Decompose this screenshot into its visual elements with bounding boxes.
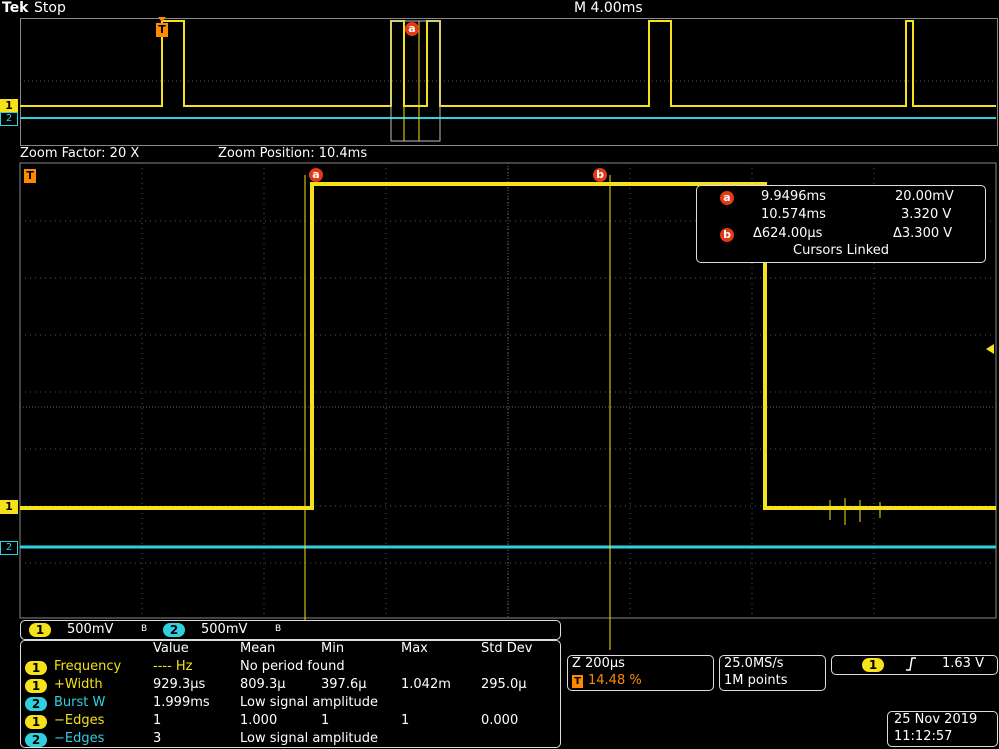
meas-row-max: 1.042m — [401, 677, 451, 692]
meas-row-name[interactable]: Burst W — [54, 695, 105, 710]
ch2-bw-limit-icon: B — [275, 624, 282, 634]
meas-row-mean: Low signal amplitude — [240, 695, 379, 710]
trigger-level: 1.63 V — [942, 656, 984, 671]
main-ch2-marker: 2 — [0, 541, 18, 555]
meas-row-min: 397.6µ — [321, 677, 367, 692]
cursor-delta-volt: Δ3.300 V — [893, 226, 953, 241]
meas-row-ch-badge: 1 — [25, 679, 47, 693]
zoom-position: Zoom Position: 10.4ms — [218, 146, 368, 161]
cursor-a-time: 9.9496ms — [761, 189, 826, 204]
overview-trigger-marker: T — [156, 23, 168, 37]
meas-row-value: 3 — [153, 731, 162, 746]
record-length: 1M points — [724, 673, 788, 688]
ch2-scale[interactable]: 500mV — [201, 622, 247, 637]
meas-row-name[interactable]: −Edges — [54, 713, 104, 728]
main-trigger-marker: T — [24, 169, 36, 183]
rising-edge-icon — [905, 657, 917, 675]
meas-row-ch-badge: 2 — [25, 697, 47, 711]
trigger-panel[interactable]: 1 1.63 V — [831, 655, 998, 675]
overview-cursor-a-marker: a — [405, 22, 419, 36]
date-label: 25 Nov 2019 — [894, 712, 978, 727]
time-label: 11:12:57 — [894, 729, 953, 744]
meas-row-min: 1 — [321, 713, 330, 728]
meas-row-mean: 1.000 — [240, 713, 278, 728]
cursors-linked-label: Cursors Linked — [793, 243, 890, 258]
zoom-info-panel[interactable]: Z 200µs T 14.48 % — [567, 655, 714, 691]
meas-row-ch-badge: 1 — [25, 661, 47, 675]
measurements-panel[interactable]: Value Mean Min Max Std Dev 1 Frequency -… — [20, 640, 561, 748]
meas-row-mean: Low signal amplitude — [240, 731, 379, 746]
main-cursor-a-marker[interactable]: a — [309, 168, 323, 182]
meas-row-value: 1 — [153, 713, 162, 728]
meas-row-value: ---- Hz — [153, 659, 193, 674]
meas-row-name[interactable]: −Edges — [54, 731, 104, 746]
cursor-b-badge: b — [720, 228, 734, 242]
meas-header-value: Value — [153, 641, 189, 656]
ch1-scale[interactable]: 500mV — [67, 622, 113, 637]
ch1-bw-limit-icon: B — [141, 624, 148, 634]
cursor-b-volt: 3.320 V — [901, 207, 952, 222]
meas-row-mean: No period found — [240, 659, 345, 674]
meas-row-std: 295.0µ — [481, 677, 527, 692]
meas-row-std: 0.000 — [481, 713, 519, 728]
sample-rate: 25.0MS/s — [724, 656, 784, 671]
meas-header-max: Max — [401, 641, 428, 656]
overview-ch1-marker: 1 — [0, 99, 18, 113]
zoom-scale: Z 200µs — [572, 656, 625, 671]
meas-row-mean: 809.3µ — [240, 677, 286, 692]
meas-row-max: 1 — [401, 713, 410, 728]
meas-row-name[interactable]: Frequency — [54, 659, 121, 674]
meas-row-name[interactable]: +Width — [54, 677, 103, 692]
overview-ch2-marker: 2 — [0, 112, 18, 126]
cursor-delta-time: Δ624.00µs — [753, 226, 823, 241]
meas-row-value: 929.3µs — [153, 677, 206, 692]
trigger-source-badge: 1 — [862, 658, 884, 672]
acquisition-panel[interactable]: 25.0MS/s 1M points — [719, 655, 826, 691]
meas-header-min: Min — [321, 641, 345, 656]
ch1-badge[interactable]: 1 — [29, 623, 51, 637]
main-ch1-marker: 1 — [0, 500, 18, 514]
meas-row-ch-badge: 2 — [25, 733, 47, 747]
cursor-a-badge: a — [720, 191, 734, 205]
meas-header-mean: Mean — [240, 641, 276, 656]
zoom-factor: Zoom Factor: 20 X — [20, 146, 140, 161]
channel-scale-bar[interactable]: 1 500mV B 2 500mV B — [20, 620, 561, 640]
zoom-position-pct: 14.48 % — [588, 673, 642, 688]
meas-header-stddev: Std Dev — [481, 641, 533, 656]
cursor-readout-panel: a 9.9496ms 20.00mV 10.574ms 3.320 V b Δ6… — [696, 185, 986, 263]
ch2-badge[interactable]: 2 — [163, 623, 185, 637]
meas-row-value: 1.999ms — [153, 695, 210, 710]
main-cursor-b-marker[interactable]: b — [593, 168, 607, 182]
meas-row-ch-badge: 1 — [25, 715, 47, 729]
datetime-panel: 25 Nov 2019 11:12:57 — [887, 711, 998, 747]
cursor-a-volt: 20.00mV — [895, 189, 954, 204]
cursor-b-time: 10.574ms — [761, 207, 826, 222]
zoom-trigger-marker: T — [572, 675, 583, 688]
